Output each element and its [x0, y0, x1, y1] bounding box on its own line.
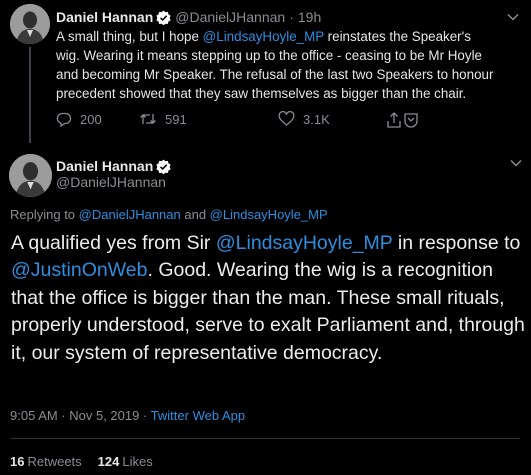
chevron-down-icon[interactable]: [507, 13, 519, 21]
chevron-down-icon[interactable]: [510, 159, 522, 167]
retweet-count: 16: [10, 454, 25, 469]
replying-to: Replying to @DanielJHannan and @LindsayH…: [10, 207, 328, 222]
avatar[interactable]: [9, 154, 52, 197]
tweet-actions: 200 591 3.1K: [56, 111, 436, 129]
engagement-stats: 16 Retweets 124 Likes: [10, 454, 153, 469]
retweet-count: 591: [165, 111, 187, 127]
replying-label: Replying to: [10, 207, 79, 222]
author-name[interactable]: Daniel Hannan: [56, 158, 153, 174]
mention-link[interactable]: @DanielJHannan: [79, 207, 181, 222]
author-handle[interactable]: @DanielJHannan: [175, 9, 285, 25]
verified-badge-icon: [156, 159, 171, 174]
mention-link[interactable]: @LindsayHoyle_MP: [203, 29, 324, 44]
mention-link[interactable]: @LindsayHoyle_MP: [216, 232, 393, 254]
author-name[interactable]: Daniel Hannan: [56, 9, 153, 25]
tweet-text: A small thing, but I hope @LindsayHoyle_…: [56, 27, 496, 103]
tweet-text: A qualified yes from Sir @LindsayHoyle_M…: [11, 230, 526, 367]
divider: [10, 438, 520, 439]
verified-badge-icon: [156, 10, 171, 25]
parent-tweet[interactable]: Daniel Hannan @DanielJHannan · 19h A sma…: [0, 0, 531, 143]
like-button[interactable]: 3.1K: [278, 111, 330, 127]
retweets-stat[interactable]: 16 Retweets: [10, 454, 82, 469]
mention-link[interactable]: @LindsayHoyle_MP: [210, 207, 328, 222]
tweet-timestamp: 9:05 AM · Nov 5, 2019 · Twitter Web App: [10, 408, 245, 423]
text-segment: in response to: [392, 232, 521, 254]
parent-tweet-header: Daniel Hannan @DanielJHannan · 19h: [56, 9, 321, 25]
mention-link[interactable]: @JustinOnWeb: [11, 259, 148, 281]
main-tweet: Daniel Hannan @DanielJHannan Replying to…: [0, 143, 531, 475]
heart-icon: [278, 111, 295, 126]
retweet-label: Retweets: [27, 454, 82, 469]
tweet-time[interactable]: 19h: [298, 9, 321, 25]
like-count: 3.1K: [303, 111, 330, 127]
avatar[interactable]: [10, 4, 50, 44]
like-label: Likes: [122, 454, 153, 469]
tweet-thread: Daniel Hannan @DanielJHannan · 19h A sma…: [0, 0, 531, 475]
like-count: 124: [97, 454, 120, 469]
text-segment: A small thing, but I hope: [56, 29, 203, 44]
text-segment: A qualified yes from Sir: [11, 232, 216, 254]
likes-stat[interactable]: 124 Likes: [98, 454, 153, 469]
reply-icon: [56, 112, 72, 127]
thread-connector: [29, 47, 31, 143]
retweet-icon: [140, 114, 156, 124]
separator-dot: ·: [289, 9, 294, 25]
share-icon: [387, 112, 418, 128]
author-handle[interactable]: @DanielJHannan: [56, 174, 166, 190]
retweet-button[interactable]: 591: [139, 111, 187, 127]
replying-and: and: [180, 207, 210, 222]
reply-count: 200: [80, 111, 102, 127]
source-link[interactable]: Twitter Web App: [151, 408, 245, 423]
share-button[interactable]: [386, 111, 428, 129]
tweet-time[interactable]: 9:05 AM · Nov 5, 2019 ·: [10, 408, 151, 423]
reply-button[interactable]: 200: [56, 111, 102, 127]
author-name-row: Daniel Hannan: [56, 158, 175, 174]
